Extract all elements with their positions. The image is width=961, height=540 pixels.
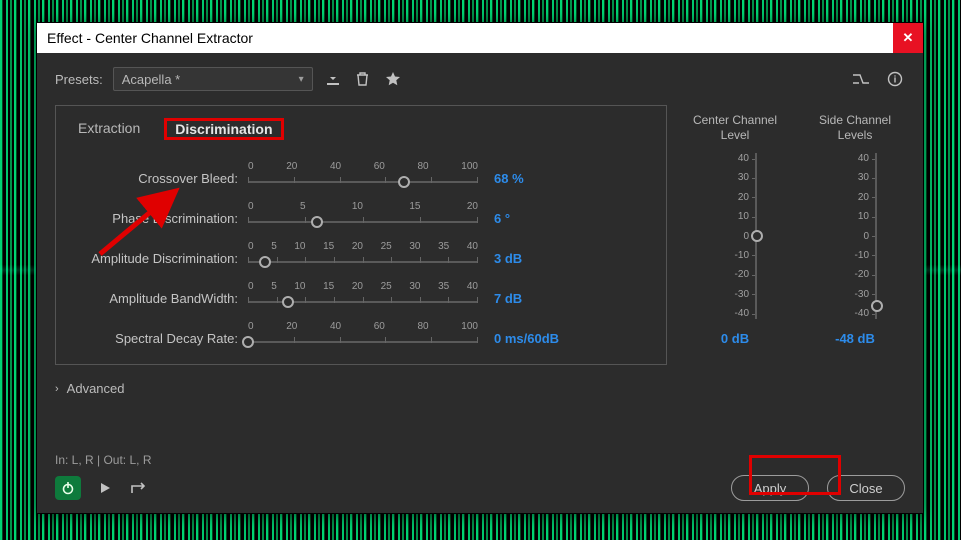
param-spectral-label: Spectral Decay Rate:	[74, 331, 248, 346]
power-toggle-button[interactable]	[55, 476, 81, 500]
param-phase-value[interactable]: 6 °	[494, 211, 578, 226]
save-preset-button[interactable]	[323, 69, 343, 89]
io-routing-text: In: L, R | Out: L, R	[55, 453, 905, 467]
meter-side-slider[interactable]: 403020100-10-20-30-40	[833, 153, 877, 319]
dialog-title: Effect - Center Channel Extractor	[47, 30, 253, 46]
meter-side-readout[interactable]: -48 dB	[835, 331, 875, 346]
meter-center-title: Center Channel Level	[691, 113, 779, 143]
param-amplitude-label: Amplitude Discrimination:	[74, 251, 248, 266]
preset-dropdown[interactable]: Acapella * ▾	[113, 67, 313, 91]
param-bandwidth-value[interactable]: 7 dB	[494, 291, 578, 306]
param-bandwidth: Amplitude BandWidth:0510152025303540 7 dB	[74, 278, 648, 318]
delete-preset-button[interactable]	[353, 69, 373, 89]
level-meters: Center Channel Level 403020100-10-20-30-4…	[691, 105, 899, 365]
meter-side: Side Channel Levels 403020100-10-20-30-40…	[811, 113, 899, 365]
preview-play-button[interactable]	[95, 478, 115, 498]
chevron-right-icon: ›	[55, 383, 59, 395]
channel-map-button[interactable]	[851, 69, 871, 89]
help-button[interactable]	[885, 69, 905, 89]
param-amplitude: Amplitude Discrimination:051015202530354…	[74, 238, 648, 278]
param-crossover-value[interactable]: 68 %	[494, 171, 578, 186]
loop-icon	[130, 481, 148, 495]
tab-strip: Extraction Discrimination	[74, 118, 648, 140]
param-crossover-slider[interactable]: 020406080100	[248, 163, 478, 193]
close-window-button[interactable]: ✕	[893, 23, 923, 53]
power-icon	[61, 481, 75, 495]
dialog-body: Presets: Acapella * ▾	[37, 53, 923, 513]
param-amplitude-slider[interactable]: 0510152025303540	[248, 243, 478, 273]
tab-extraction[interactable]: Extraction	[74, 118, 144, 140]
annotation-discrimination-tab: Discrimination	[164, 118, 283, 140]
slider-thumb[interactable]	[751, 230, 763, 242]
slider-thumb[interactable]	[242, 336, 254, 348]
presets-label: Presets:	[55, 72, 103, 87]
close-icon: ✕	[903, 30, 914, 46]
discrimination-panel: Extraction Discrimination Crossover Blee…	[55, 105, 667, 365]
param-spectral: Spectral Decay Rate:020406080100 0 ms/60d…	[74, 318, 648, 358]
routing-icon	[852, 72, 870, 86]
meter-center-slider[interactable]: 403020100-10-20-30-40	[713, 153, 757, 319]
presets-row: Presets: Acapella * ▾	[55, 67, 905, 91]
param-phase-slider[interactable]: 05101520	[248, 203, 478, 233]
slider-thumb[interactable]	[398, 176, 410, 188]
slider-thumb[interactable]	[282, 296, 294, 308]
meter-side-title: Side Channel Levels	[811, 113, 899, 143]
chevron-down-icon: ▾	[299, 74, 304, 85]
loop-playback-button[interactable]	[129, 478, 149, 498]
advanced-label: Advanced	[67, 381, 125, 396]
dialog-titlebar[interactable]: Effect - Center Channel Extractor	[37, 23, 923, 53]
info-icon	[887, 71, 903, 87]
param-bandwidth-slider[interactable]: 0510152025303540	[248, 283, 478, 313]
param-spectral-value[interactable]: 0 ms/60dB	[494, 331, 578, 346]
meter-center-readout[interactable]: 0 dB	[721, 331, 749, 346]
tab-discrimination[interactable]: Discrimination	[171, 119, 276, 139]
dialog-footer: In: L, R | Out: L, R Apply Close	[55, 453, 905, 501]
meter-center: Center Channel Level 403020100-10-20-30-4…	[691, 113, 779, 365]
param-bandwidth-label: Amplitude BandWidth:	[74, 291, 248, 306]
favorite-preset-button[interactable]	[383, 69, 403, 89]
param-phase-label: Phase Discrimination:	[74, 211, 248, 226]
play-icon	[98, 481, 112, 495]
param-spectral-slider[interactable]: 020406080100	[248, 323, 478, 353]
star-icon	[385, 71, 401, 87]
slider-thumb[interactable]	[871, 300, 883, 312]
download-icon	[325, 71, 341, 87]
param-crossover-label: Crossover Bleed:	[74, 171, 248, 186]
param-crossover: Crossover Bleed:020406080100 68 %	[74, 158, 648, 198]
effect-dialog: Effect - Center Channel Extractor ✕ Pres…	[36, 22, 924, 514]
apply-button[interactable]: Apply	[731, 475, 809, 501]
trash-icon	[355, 71, 370, 87]
close-button[interactable]: Close	[827, 475, 905, 501]
param-phase: Phase Discrimination:05101520 6 °	[74, 198, 648, 238]
advanced-disclosure[interactable]: › Advanced	[55, 381, 905, 396]
slider-thumb[interactable]	[259, 256, 271, 268]
main-area: Extraction Discrimination Crossover Blee…	[55, 105, 905, 365]
slider-thumb[interactable]	[311, 216, 323, 228]
param-amplitude-value[interactable]: 3 dB	[494, 251, 578, 266]
preset-selected: Acapella *	[122, 72, 181, 87]
